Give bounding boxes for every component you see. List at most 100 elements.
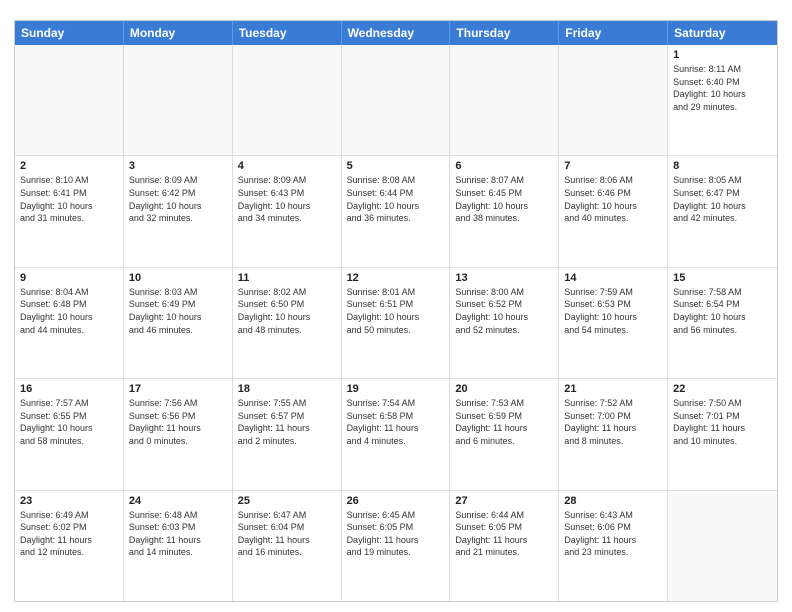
cell-text-line: Sunrise: 6:49 AM xyxy=(20,509,118,522)
cell-text-line: Sunrise: 6:44 AM xyxy=(455,509,553,522)
day-number: 12 xyxy=(347,272,445,284)
cell-text-line: Sunset: 6:45 PM xyxy=(455,187,553,200)
cell-text-line: Sunrise: 7:50 AM xyxy=(673,397,772,410)
cell-text-line: Sunrise: 8:04 AM xyxy=(20,286,118,299)
cell-text-line: Sunrise: 8:06 AM xyxy=(564,174,662,187)
cell-text-line: Sunset: 6:03 PM xyxy=(129,521,227,534)
calendar-cell: 16Sunrise: 7:57 AMSunset: 6:55 PMDayligh… xyxy=(15,379,124,489)
cell-text-line: and 32 minutes. xyxy=(129,212,227,225)
day-number: 28 xyxy=(564,495,662,507)
cell-text-line: Daylight: 10 hours xyxy=(455,311,553,324)
cell-text-line: Daylight: 10 hours xyxy=(673,200,772,213)
cell-text-line: Daylight: 11 hours xyxy=(347,534,445,547)
cell-text-line: Sunset: 6:40 PM xyxy=(673,76,772,89)
calendar-cell: 1Sunrise: 8:11 AMSunset: 6:40 PMDaylight… xyxy=(668,45,777,155)
cell-text-line: and 29 minutes. xyxy=(673,101,772,114)
cell-text-line: Sunset: 6:59 PM xyxy=(455,410,553,423)
day-number: 18 xyxy=(238,383,336,395)
cell-text-line: Sunrise: 7:55 AM xyxy=(238,397,336,410)
calendar-cell: 19Sunrise: 7:54 AMSunset: 6:58 PMDayligh… xyxy=(342,379,451,489)
calendar-cell: 3Sunrise: 8:09 AMSunset: 6:42 PMDaylight… xyxy=(124,156,233,266)
calendar-cell: 23Sunrise: 6:49 AMSunset: 6:02 PMDayligh… xyxy=(15,491,124,601)
cell-text-line: Sunset: 6:44 PM xyxy=(347,187,445,200)
cell-text-line: Sunset: 6:57 PM xyxy=(238,410,336,423)
cell-text-line: Daylight: 10 hours xyxy=(347,311,445,324)
calendar-cell xyxy=(559,45,668,155)
calendar-cell: 17Sunrise: 7:56 AMSunset: 6:56 PMDayligh… xyxy=(124,379,233,489)
cell-text-line: Daylight: 10 hours xyxy=(673,311,772,324)
day-number: 21 xyxy=(564,383,662,395)
cell-text-line: Sunset: 6:06 PM xyxy=(564,521,662,534)
day-number: 2 xyxy=(20,160,118,172)
cell-text-line: Sunrise: 7:58 AM xyxy=(673,286,772,299)
cell-text-line: and 2 minutes. xyxy=(238,435,336,448)
calendar-cell xyxy=(668,491,777,601)
cell-text-line: and 0 minutes. xyxy=(129,435,227,448)
day-number: 10 xyxy=(129,272,227,284)
cell-text-line: Sunrise: 7:52 AM xyxy=(564,397,662,410)
cell-text-line: and 14 minutes. xyxy=(129,546,227,559)
cell-text-line: and 8 minutes. xyxy=(564,435,662,448)
calendar-cell: 21Sunrise: 7:52 AMSunset: 7:00 PMDayligh… xyxy=(559,379,668,489)
calendar-row-4: 23Sunrise: 6:49 AMSunset: 6:02 PMDayligh… xyxy=(15,491,777,601)
calendar-cell xyxy=(233,45,342,155)
cell-text-line: Daylight: 11 hours xyxy=(347,422,445,435)
cell-text-line: Daylight: 11 hours xyxy=(673,422,772,435)
calendar-cell xyxy=(450,45,559,155)
cell-text-line: Daylight: 10 hours xyxy=(673,88,772,101)
calendar-body: 1Sunrise: 8:11 AMSunset: 6:40 PMDaylight… xyxy=(15,45,777,601)
cell-text-line: Sunrise: 6:45 AM xyxy=(347,509,445,522)
cell-text-line: Daylight: 10 hours xyxy=(129,200,227,213)
calendar-row-3: 16Sunrise: 7:57 AMSunset: 6:55 PMDayligh… xyxy=(15,379,777,490)
day-number: 15 xyxy=(673,272,772,284)
cell-text-line: Sunrise: 7:57 AM xyxy=(20,397,118,410)
cell-text-line: Sunrise: 8:11 AM xyxy=(673,63,772,76)
cell-text-line: Sunrise: 8:09 AM xyxy=(238,174,336,187)
cell-text-line: Daylight: 11 hours xyxy=(238,534,336,547)
day-number: 8 xyxy=(673,160,772,172)
cell-text-line: and 38 minutes. xyxy=(455,212,553,225)
calendar-cell: 12 Sunrise: 8:01 AMSunset: 6:51 PMDayligh… xyxy=(342,268,451,378)
cell-text-line: Sunset: 6:02 PM xyxy=(20,521,118,534)
cell-text-line: and 12 minutes. xyxy=(20,546,118,559)
cell-text-line: Sunset: 6:55 PM xyxy=(20,410,118,423)
cell-text-line: Sunrise: 8:05 AM xyxy=(673,174,772,187)
calendar-header: SundayMondayTuesdayWednesdayThursdayFrid… xyxy=(15,21,777,45)
cell-text-line: Daylight: 10 hours xyxy=(20,422,118,435)
calendar-cell: 8Sunrise: 8:05 AMSunset: 6:47 PMDaylight… xyxy=(668,156,777,266)
day-number: 17 xyxy=(129,383,227,395)
calendar-cell xyxy=(15,45,124,155)
cell-text-line: Sunset: 6:04 PM xyxy=(238,521,336,534)
day-number: 7 xyxy=(564,160,662,172)
header: General Blue xyxy=(14,10,778,14)
cell-text-line: Sunset: 7:00 PM xyxy=(564,410,662,423)
day-number: 26 xyxy=(347,495,445,507)
calendar-cell: 15 Sunrise: 7:58 AMSunset: 6:54 PMDayligh… xyxy=(668,268,777,378)
cell-text-line: Sunset: 6:05 PM xyxy=(455,521,553,534)
cell-text-line: Sunrise: 7:53 AM xyxy=(455,397,553,410)
cell-text-line: Sunrise: 7:59 AM xyxy=(564,286,662,299)
cell-text-line: Sunset: 7:01 PM xyxy=(673,410,772,423)
calendar-cell: 20Sunrise: 7:53 AMSunset: 6:59 PMDayligh… xyxy=(450,379,559,489)
day-number: 24 xyxy=(129,495,227,507)
cell-text-line: Sunset: 6:05 PM xyxy=(347,521,445,534)
cell-text-line: Daylight: 11 hours xyxy=(455,534,553,547)
calendar-row-1: 2Sunrise: 8:10 AMSunset: 6:41 PMDaylight… xyxy=(15,156,777,267)
cell-text-line: Daylight: 10 hours xyxy=(129,311,227,324)
cell-text-line: Sunrise: 7:54 AM xyxy=(347,397,445,410)
day-number: 11 xyxy=(238,272,336,284)
cell-text-line: Daylight: 11 hours xyxy=(20,534,118,547)
cell-text-line: Sunset: 6:54 PM xyxy=(673,298,772,311)
calendar-cell xyxy=(124,45,233,155)
cell-text-line: Daylight: 10 hours xyxy=(20,311,118,324)
cell-text-line: Sunrise: 8:01 AM xyxy=(347,286,445,299)
calendar-cell: 27Sunrise: 6:44 AMSunset: 6:05 PMDayligh… xyxy=(450,491,559,601)
cell-text-line: and 36 minutes. xyxy=(347,212,445,225)
cell-text-line: Sunset: 6:42 PM xyxy=(129,187,227,200)
day-number: 6 xyxy=(455,160,553,172)
cell-text-line: Sunset: 6:53 PM xyxy=(564,298,662,311)
cell-text-line: Sunset: 6:51 PM xyxy=(347,298,445,311)
calendar-cell: 14Sunrise: 7:59 AMSunset: 6:53 PMDayligh… xyxy=(559,268,668,378)
cell-text-line: Sunrise: 7:56 AM xyxy=(129,397,227,410)
cell-text-line: and 23 minutes. xyxy=(564,546,662,559)
